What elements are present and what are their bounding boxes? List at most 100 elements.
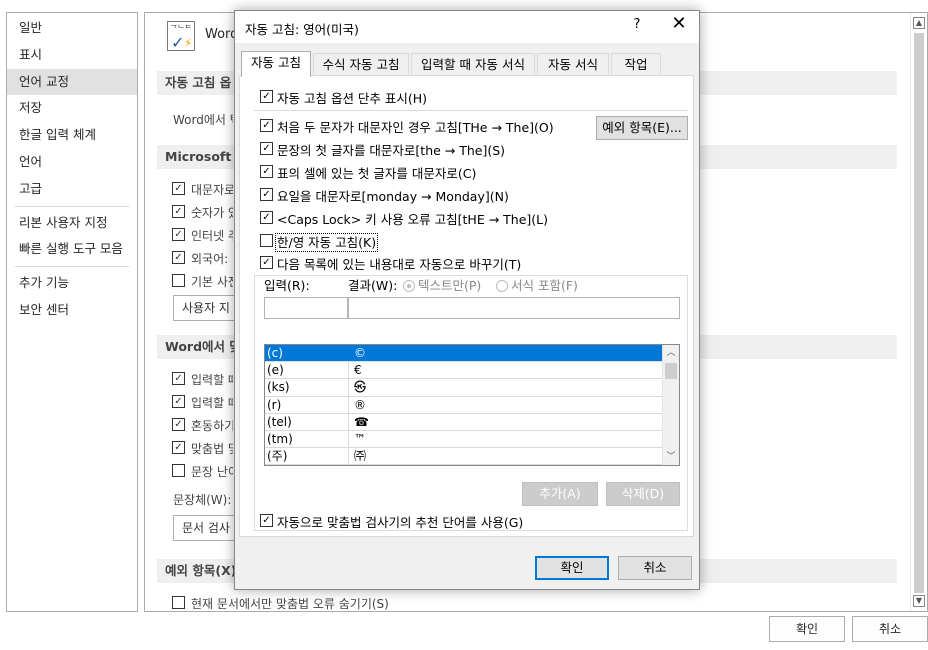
nav-item-general[interactable]: 일반 (7, 15, 137, 42)
checkbox-unchecked-icon[interactable] (260, 234, 273, 247)
scroll-thumb[interactable] (914, 33, 924, 593)
options-scrollbar[interactable]: ▲ ▼ (910, 13, 927, 611)
option-label: 문장의 첫 글자를 대문자로[the → The](S) (277, 143, 506, 158)
spelling-suggestions-option[interactable]: ✓ 자동으로 맞춤법 검사기의 추천 단어를 사용(G) (260, 512, 523, 530)
word-option-label: 혼동하기 (191, 419, 233, 433)
capitalize-days-option[interactable]: ✓ 요일을 대문자로[monday → Monday](N) (260, 186, 509, 204)
options-ok-button[interactable]: 확인 (769, 616, 845, 642)
list-item[interactable]: (ks) ㉿ (265, 379, 663, 397)
delete-button[interactable]: 삭제(D) (606, 482, 680, 506)
option-label: 처음 두 문자가 대문자인 경우 고침[THe → The](O) (277, 120, 554, 135)
nav-item-quick-access-toolbar[interactable]: 빠른 실행 도구 모음 (7, 236, 137, 263)
show-buttons-option[interactable]: ✓ 자동 고침 옵션 단추 표시(H) (260, 88, 427, 106)
scroll-up-arrow-icon[interactable]: ▲ (913, 17, 925, 29)
office-option-checkbox[interactable]: ✓ (172, 182, 185, 195)
word-option-checkbox[interactable]: ✓ (172, 441, 185, 454)
caps-lock-option[interactable]: ✓ <Caps Lock> 키 사용 오류 고침[tHE → The](L) (260, 209, 548, 227)
add-button[interactable]: 추가(A) (522, 482, 598, 506)
checkbox-checked-icon[interactable]: ✓ (260, 119, 273, 132)
options-nav: 일반 표시 언어 교정 저장 한글 입력 체계 언어 고급 리본 사용자 지정 … (6, 12, 138, 612)
nav-divider (15, 205, 129, 207)
office-option-checkbox[interactable]: ✓ (172, 205, 185, 218)
word-option-checkbox[interactable]: ✓ (172, 395, 185, 408)
nav-item-trust-center[interactable]: 보안 센터 (7, 297, 137, 324)
options-cancel-button[interactable]: 취소 (852, 616, 928, 642)
autocorrect-entries-list[interactable]: (c) © (e) € (ks) ㉿ (r) ® (tel) ☎ (tm) ™ (264, 344, 680, 466)
nav-item-language[interactable]: 언어 (7, 149, 137, 176)
entry-input: (tm) (265, 431, 349, 448)
with-result-field[interactable] (348, 297, 680, 319)
word-option-label: 문장 난이 (191, 465, 233, 479)
dialog-tabs: 자동 고침 수식 자동 고침 입력할 때 자동 서식 자동 서식 작업 (241, 51, 695, 77)
result-label: 결과(W): (348, 278, 398, 293)
custom-dictionary-button[interactable]: 사용자 지 (173, 295, 235, 321)
list-item[interactable]: (e) € (265, 362, 663, 380)
entry-result: ㈜ (354, 449, 367, 464)
radio-unselected-icon[interactable] (496, 279, 508, 292)
list-item[interactable]: (tm) ™ (265, 431, 663, 449)
office-option-label: 인터넷 주 (191, 229, 233, 243)
nav-item-customize-ribbon[interactable]: 리본 사용자 지정 (7, 210, 137, 237)
formatted-text-radio[interactable]: 서식 포함(F) (496, 275, 578, 294)
option-label: 표의 셀에 있는 첫 글자를 대문자로(C) (277, 166, 477, 181)
checkbox-checked-icon[interactable]: ✓ (260, 90, 273, 103)
two-initial-caps-option[interactable]: ✓ 처음 두 문자가 대문자인 경우 고침[THe → The](O) (260, 117, 554, 135)
checkbox-checked-icon[interactable]: ✓ (260, 514, 273, 527)
writing-style-label: 문장체(W): (173, 493, 232, 507)
checkbox-checked-icon[interactable]: ✓ (260, 165, 273, 178)
checkbox-checked-icon[interactable]: ✓ (260, 211, 273, 224)
nav-item-display[interactable]: 표시 (7, 42, 137, 69)
list-item[interactable]: (tel) ☎ (265, 413, 663, 431)
word-option-checkbox[interactable] (172, 464, 185, 477)
chevron-up-icon[interactable]: ︿ (663, 345, 679, 361)
list-scroll-thumb[interactable] (665, 363, 677, 379)
autocorrect-description: Word에서 텍 (173, 113, 233, 127)
entry-result: © (354, 346, 366, 360)
nav-item-add-ins[interactable]: 추가 기능 (7, 270, 137, 297)
entry-input: (ks) (265, 379, 349, 396)
checkbox-checked-icon[interactable]: ✓ (260, 256, 273, 269)
list-item[interactable]: (r) ® (265, 396, 663, 414)
capitalize-table-cells-option[interactable]: ✓ 표의 셀에 있는 첫 글자를 대문자로(C) (260, 163, 476, 181)
dialog-ok-button[interactable]: 확인 (535, 556, 609, 580)
scroll-down-arrow-icon[interactable]: ▼ (913, 595, 925, 607)
entry-result: ☎ (354, 414, 369, 429)
tab-autoformat[interactable]: 자동 서식 (537, 53, 609, 76)
nav-item-korean-input[interactable]: 한글 입력 체계 (7, 122, 137, 149)
dialog-cancel-button[interactable]: 취소 (618, 556, 692, 580)
radio-selected-icon[interactable] (403, 279, 415, 292)
hangul-english-option[interactable]: 한/영 자동 고침(K) (260, 232, 379, 252)
office-option-checkbox[interactable] (172, 274, 185, 287)
dialog-titlebar: 자동 고침: 영어(미국) ? ✕ (235, 11, 699, 43)
checkbox-checked-icon[interactable]: ✓ (260, 142, 273, 155)
tab-actions[interactable]: 작업 (611, 53, 661, 76)
help-button[interactable]: ? (627, 17, 647, 32)
exceptions-button[interactable]: 예외 항목(E)... (596, 116, 688, 140)
list-scrollbar[interactable]: ︿ ﹀ (662, 345, 679, 465)
nav-item-save[interactable]: 저장 (7, 95, 137, 122)
close-icon[interactable]: ✕ (665, 13, 693, 34)
tab-autoformat-as-you-type[interactable]: 입력할 때 자동 서식 (411, 53, 535, 76)
list-item[interactable]: (c) © (265, 345, 663, 363)
replace-input-field[interactable] (264, 297, 348, 319)
checkbox-checked-icon[interactable]: ✓ (260, 188, 273, 201)
office-option-checkbox[interactable]: ✓ (172, 251, 185, 264)
capitalize-sentences-option[interactable]: ✓ 문장의 첫 글자를 대문자로[the → The](S) (260, 140, 505, 158)
tab-autocorrect[interactable]: 자동 고침 (241, 51, 311, 77)
nav-item-advanced[interactable]: 고급 (7, 176, 137, 203)
tab-math-autocorrect[interactable]: 수식 자동 고침 (313, 53, 409, 76)
office-option-checkbox[interactable]: ✓ (172, 228, 185, 241)
chevron-down-icon[interactable]: ﹀ (663, 449, 679, 465)
list-item[interactable]: (주) ㈜ (265, 448, 663, 465)
writing-style-select[interactable]: 문서 검사 (173, 515, 235, 541)
word-option-checkbox[interactable]: ✓ (172, 372, 185, 385)
dialog-title: 자동 고침: 영어(미국) (245, 22, 359, 37)
nav-item-proofing[interactable]: 언어 교정 (7, 68, 137, 96)
replace-as-type-option[interactable]: ✓ 다음 목록에 있는 내용대로 자동으로 바꾸기(T) (260, 254, 525, 272)
word-option-label: 맞춤법 및 (191, 442, 233, 456)
entry-input: (c) (265, 345, 349, 362)
plain-text-radio[interactable]: 텍스트만(P) (403, 275, 481, 294)
word-option-checkbox[interactable]: ✓ (172, 418, 185, 431)
entry-result: ™ (354, 432, 366, 446)
hide-errors-checkbox[interactable] (172, 596, 185, 609)
